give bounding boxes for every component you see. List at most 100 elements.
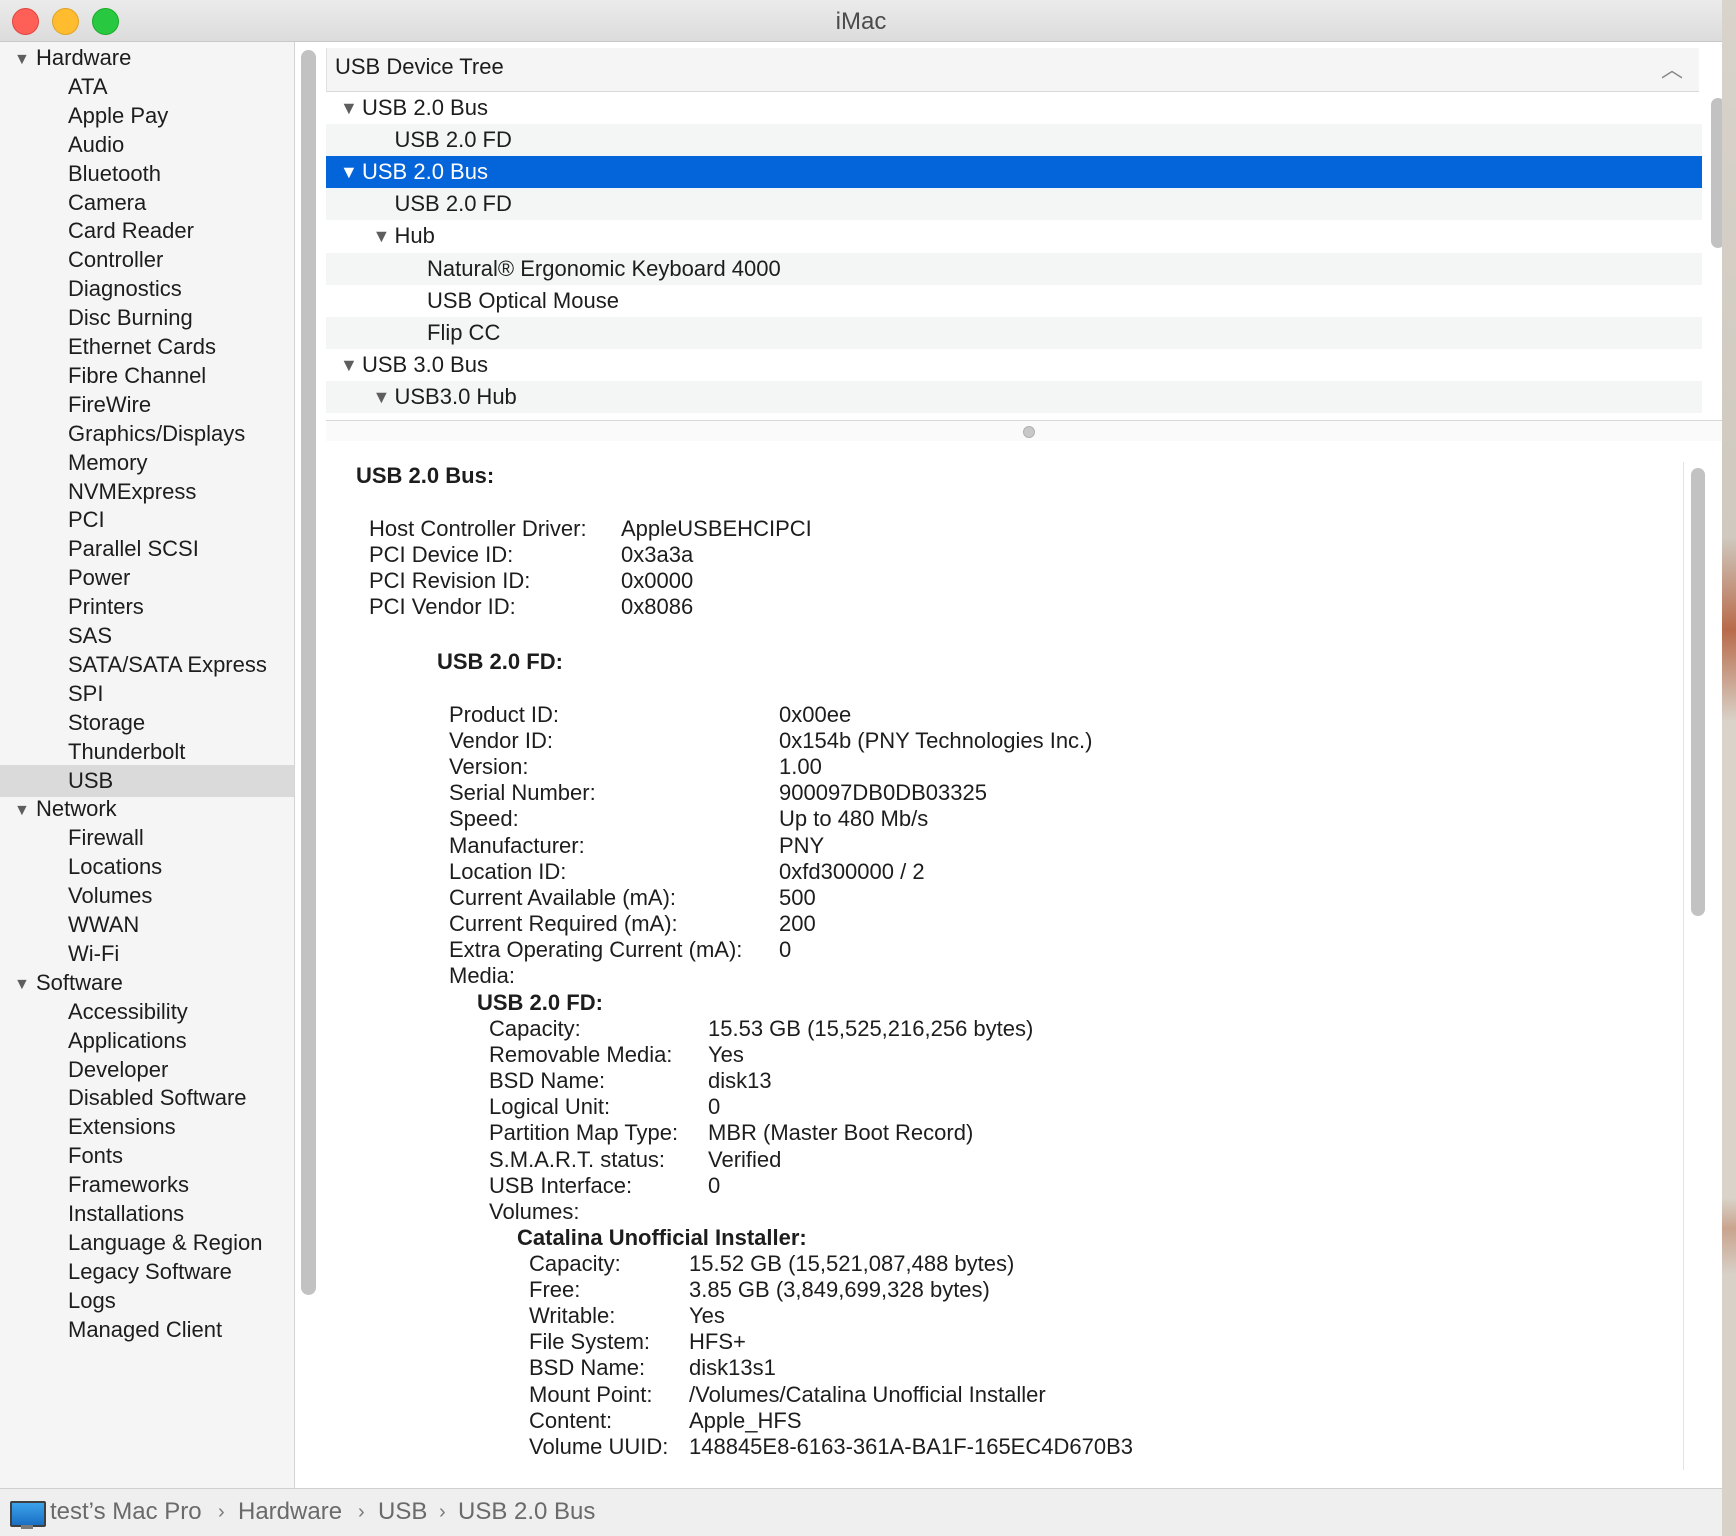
sidebar-item-label: Printers [68, 594, 144, 620]
sidebar-item-spi[interactable]: SPI [0, 678, 294, 710]
sidebar-item-firewire[interactable]: FireWire [0, 389, 294, 421]
sidebar-item-nvmexpress[interactable]: NVMExpress [0, 476, 294, 508]
sidebar-item-developer[interactable]: Developer [0, 1054, 294, 1086]
sidebar-item-ethernet-cards[interactable]: Ethernet Cards [0, 331, 294, 363]
tree-row[interactable]: ▼ USB 2.0 Bus [326, 92, 1702, 124]
breadcrumb-hardware[interactable]: Hardware [238, 1489, 342, 1535]
usb-device-tree[interactable]: ▼ USB 2.0 Bus USB 2.0 FD ▼ USB 2.0 Bus USB 2.… [326, 92, 1702, 420]
property-value: 0x3a3a [621, 542, 694, 568]
sidebar-item-printers[interactable]: Printers [0, 591, 294, 623]
disclosure-triangle-icon[interactable]: ▼ [340, 92, 358, 124]
tree-row[interactable]: USB Optical Mouse [326, 285, 1702, 317]
tree-row[interactable]: Natural® Ergonomic Keyboard 4000 [326, 252, 1702, 285]
sidebar-scrollbar[interactable] [301, 50, 316, 1295]
disclosure-triangle-icon[interactable]: ▼ [373, 220, 391, 252]
tree-row-label: Natural® Ergonomic Keyboard 4000 [427, 255, 781, 281]
sidebar-item-disabled-software[interactable]: Disabled Software [0, 1082, 294, 1114]
sidebar-group-software[interactable]: ▼ Software [0, 967, 294, 999]
sidebar-item-card-reader[interactable]: Card Reader [0, 215, 294, 247]
sidebar-item-extensions[interactable]: Extensions [0, 1111, 294, 1143]
sidebar-item-diagnostics[interactable]: Diagnostics [0, 273, 294, 305]
desktop-background [1722, 0, 1736, 1536]
tree-row[interactable]: ▼ USB 3.0 Bus [326, 349, 1702, 381]
sidebar-item-label: Locations [68, 854, 163, 880]
sidebar-item-wwan[interactable]: WWAN [0, 909, 294, 941]
sidebar-item-sas[interactable]: SAS [0, 620, 294, 652]
sidebar-item-controller[interactable]: Controller [0, 244, 294, 276]
divider-handle-icon[interactable] [1023, 426, 1035, 438]
sidebar-item-label: Language & Region [68, 1229, 263, 1255]
sidebar-item-camera[interactable]: Camera [0, 187, 294, 219]
chevron-up-icon[interactable]: ︿ [1661, 52, 1683, 84]
sidebar-item-language-region[interactable]: Language & Region [0, 1227, 294, 1259]
sidebar-item-usb[interactable]: USB [0, 764, 294, 797]
sidebar-item-label: Bluetooth [68, 160, 161, 186]
tree-row[interactable]: ▼ USB 2.0 Bus [326, 156, 1702, 189]
disclosure-triangle-icon[interactable]: ▼ [340, 349, 358, 381]
sidebar-item-accessibility[interactable]: Accessibility [0, 996, 294, 1028]
split-view-divider[interactable] [326, 420, 1722, 442]
sidebar-item-parallel-scsi[interactable]: Parallel SCSI [0, 533, 294, 565]
sidebar-item-applications[interactable]: Applications [0, 1025, 294, 1057]
sidebar-item-managed-client[interactable]: Managed Client [0, 1314, 294, 1346]
disclosure-triangle-icon[interactable]: ▼ [340, 156, 358, 188]
property-value: 0x0000 [621, 568, 694, 594]
sidebar-item-disc-burning[interactable]: Disc Burning [0, 302, 294, 334]
sidebar-item-fibre-channel[interactable]: Fibre Channel [0, 360, 294, 392]
tree-row-label: USB Optical Mouse [427, 287, 619, 313]
sidebar-item-firewall[interactable]: Firewall [0, 822, 294, 854]
sidebar-item-audio[interactable]: Audio [0, 129, 294, 161]
tree-row-label: USB 2.0 FD [394, 191, 512, 217]
sidebar-item-installations[interactable]: Installations [0, 1198, 294, 1230]
title-bar[interactable]: iMac [0, 0, 1722, 42]
sidebar-item-apple-pay[interactable]: Apple Pay [0, 100, 294, 132]
breadcrumb-usb[interactable]: USB [378, 1489, 427, 1535]
path-bar: test’s Mac Pro › Hardware › USB › USB 2.0 Bus [0, 1488, 1722, 1536]
tree-header-title: USB Device Tree [335, 54, 504, 79]
sidebar-item-storage[interactable]: Storage [0, 707, 294, 739]
tree-row[interactable]: ▼ Hub [326, 220, 1702, 252]
sidebar[interactable]: ▼ Hardware ATA Apple Pay Audio Bluetooth Camer… [0, 42, 295, 1488]
sidebar-item-wi-fi[interactable]: Wi-Fi [0, 938, 294, 970]
disclosure-triangle-icon[interactable]: ▼ [373, 381, 391, 413]
sidebar-item-bluetooth[interactable]: Bluetooth [0, 158, 294, 190]
sidebar-item-locations[interactable]: Locations [0, 851, 294, 883]
sidebar-item-legacy-software[interactable]: Legacy Software [0, 1256, 294, 1288]
sidebar-item-volumes[interactable]: Volumes [0, 880, 294, 912]
tree-row[interactable]: Flip CC [326, 316, 1702, 349]
property-value: 0x8086 [621, 594, 694, 620]
sidebar-item-label: Apple Pay [68, 102, 169, 128]
sidebar-item-frameworks[interactable]: Frameworks [0, 1169, 294, 1201]
property-value: 0x154b (PNY Technologies Inc.) [779, 728, 1093, 754]
sidebar-item-power[interactable]: Power [0, 562, 294, 594]
detail-scrollbar[interactable] [1691, 468, 1705, 916]
tree-row[interactable]: USB 2.0 FD [326, 124, 1702, 157]
breadcrumb-separator-icon: › [358, 1501, 365, 1523]
sidebar-item-thunderbolt[interactable]: Thunderbolt [0, 736, 294, 768]
sidebar-item-graphics-displays[interactable]: Graphics/Displays [0, 418, 294, 450]
property-value: 15.53 GB (15,525,216,256 bytes) [708, 1016, 1034, 1041]
property-label: PCI Vendor ID: [369, 594, 516, 620]
sidebar-item-label: Ethernet Cards [68, 334, 216, 359]
tree-scrollbar[interactable] [1711, 98, 1722, 248]
tree-row[interactable]: ▼ USB3.0 Hub [326, 380, 1702, 413]
breadcrumb-test-s-mac-pro[interactable]: test’s Mac Pro [50, 1489, 202, 1535]
sidebar-item-label: Installations [68, 1201, 185, 1226]
sidebar-item-ata[interactable]: ATA [0, 71, 294, 103]
sidebar-item-logs[interactable]: Logs [0, 1285, 294, 1317]
device-title: USB 2.0 FD: [437, 649, 563, 674]
sidebar-item-pci[interactable]: PCI [0, 504, 294, 536]
breadcrumb-usb-2-0-bus[interactable]: USB 2.0 Bus [458, 1489, 595, 1535]
property-label: Capacity: [489, 1016, 581, 1041]
tree-row[interactable]: USB 2.0 FD [326, 188, 1702, 221]
sidebar-item-sata-sata-express[interactable]: SATA/SATA Express [0, 649, 294, 681]
sidebar-group-hardware[interactable]: ▼ Hardware [0, 42, 294, 74]
sidebar-item-label: Disabled Software [68, 1085, 247, 1111]
sidebar-group-network[interactable]: ▼ Network [0, 793, 294, 825]
property-label: Volumes: [489, 1198, 580, 1224]
property-label: Writable: [529, 1303, 616, 1329]
sidebar-item-memory[interactable]: Memory [0, 447, 294, 479]
tree-header[interactable]: USB Device Tree ︿ [326, 48, 1699, 92]
sidebar-item-label: Parallel SCSI [68, 536, 199, 562]
sidebar-item-fonts[interactable]: Fonts [0, 1140, 294, 1172]
